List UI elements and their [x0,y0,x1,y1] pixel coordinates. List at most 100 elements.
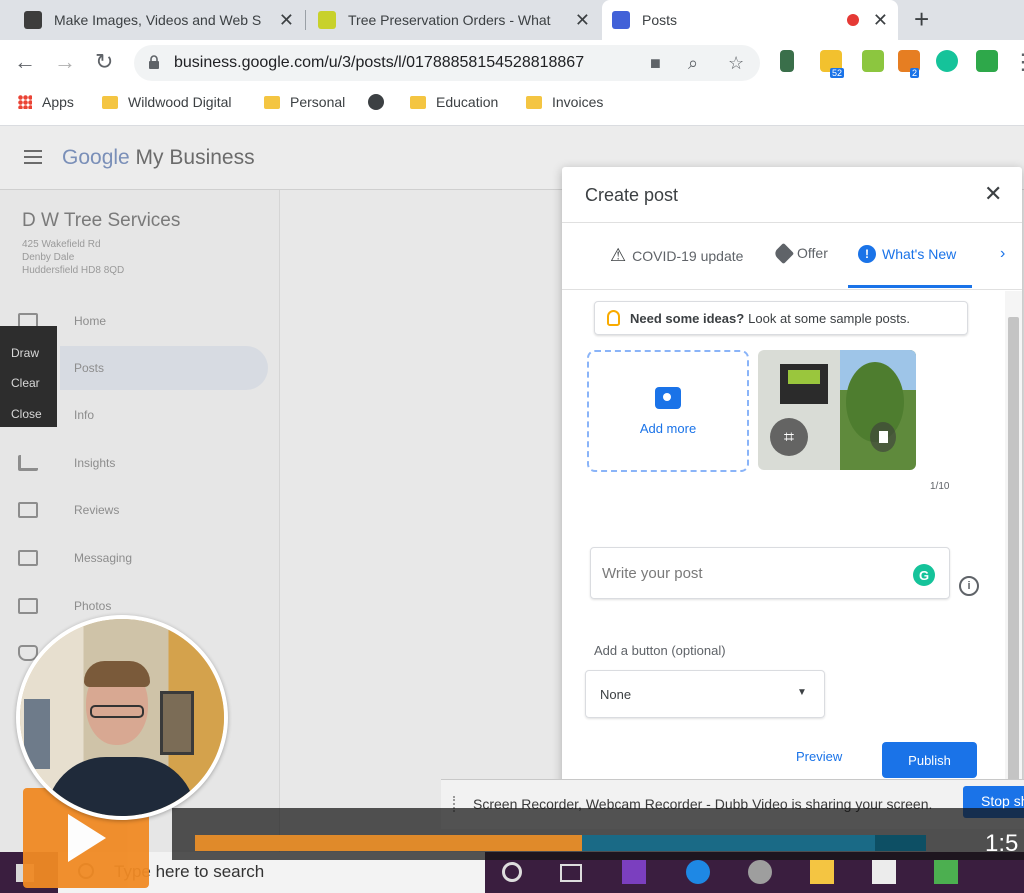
store-icon[interactable] [872,860,896,884]
sidebar-item-reviews[interactable]: Reviews [18,495,119,525]
wall-picture [160,691,194,755]
address-line: Huddersfield HD8 8QD [22,265,125,276]
browser-toolbar: ← → ↻ business.google.com/u/3/posts/l/01… [0,40,1024,86]
sample-posts-banner[interactable]: Need some ideas? Look at some sample pos… [594,301,968,335]
bookmark-invoices[interactable]: Invoices [526,94,603,110]
address-line: 425 Wakefield Rd [22,239,101,250]
messaging-icon [18,550,38,566]
forward-arrow-icon[interactable]: → [54,49,76,75]
ideas-text: Look at some sample posts. [748,310,911,326]
menu-kebab-icon[interactable]: ⋮ [1012,49,1024,75]
logo-my-business-text: My Business [129,146,255,169]
back-arrow-icon[interactable]: ← [14,49,36,75]
tab-offer[interactable]: Offer [772,242,828,264]
task-view-icon[interactable] [560,864,582,882]
grammarly-extension-icon[interactable] [936,50,958,72]
scrollbar-thumb[interactable] [1008,317,1019,797]
tab-covid-update[interactable]: ⚠ COVID-19 update [610,245,743,266]
webcam-overlay[interactable] [16,615,228,820]
camera-blocked-icon[interactable]: ■ [650,53,661,74]
chevron-right-icon[interactable]: › [1000,245,1005,263]
tab-label: COVID-19 update [632,247,744,264]
sidebar-item-label: Info [74,408,95,422]
write-post-field[interactable]: G [590,547,950,599]
dialog-title: Create post [585,185,679,205]
clear-button[interactable]: Clear [11,376,40,390]
sidebar-item-label: Messaging [74,551,133,565]
cortana-icon[interactable] [502,862,522,882]
annotation-draw-panel: Draw Clear Close [0,326,57,427]
extension-dropper-icon[interactable] [862,50,884,72]
browser-tab-posts[interactable]: Posts ✕ [602,0,898,40]
zoom-search-icon[interactable]: ⌕ [688,53,698,74]
address-bar[interactable]: business.google.com/u/3/posts/l/01788858… [134,45,760,81]
add-more-photos-button[interactable]: Add more [587,350,749,472]
dw-tree-favicon-icon [318,11,336,29]
bookmark-star-icon[interactable]: ☆ [728,53,744,74]
lock-icon [149,55,159,69]
close-tab-icon[interactable]: ✕ [575,10,590,31]
crop-icon[interactable]: ⌗ [770,418,808,456]
close-tab-icon[interactable]: ✕ [873,10,888,31]
sidebar-item-label: Home [74,314,107,328]
tab-separator [305,10,306,30]
bookmark-apps[interactable]: Apps [18,94,74,110]
browser-tab-tree-preservation[interactable]: Tree Preservation Orders - What ✕ [308,0,600,40]
create-post-dialog: Create post ✕ ⚠ COVID-19 update Offer ! … [562,167,1022,807]
presenter-glasses [90,705,144,718]
uploaded-photo-thumbnail[interactable]: ⌗ [758,350,916,470]
extension-green-icon[interactable] [976,50,998,72]
bookmark-wildwood-digital[interactable]: Wildwood Digital [102,94,231,110]
grammarly-icon[interactable]: G [913,564,935,586]
close-draw-button[interactable]: Close [11,407,42,421]
recording-indicator-icon [846,14,859,26]
close-dialog-icon[interactable]: ✕ [984,181,1002,207]
bookmark-label: Apps [42,94,74,110]
dropdown-caret-icon: ▼ [797,687,807,698]
video-progress-bar[interactable] [195,835,926,851]
bookmark-personal[interactable]: Personal [264,94,345,110]
preview-button[interactable]: Preview [796,749,842,764]
sidebar-item-photos[interactable]: Photos [18,591,111,621]
sidebar-item-insights[interactable]: Insights [18,448,115,478]
dubb-favicon-icon [24,11,42,29]
bookmark-label: Personal [290,94,346,110]
chat-app-icon[interactable] [934,860,958,884]
info-icon[interactable]: i [959,576,979,596]
new-tab-button[interactable]: + [914,4,929,35]
select-value: None [600,687,632,702]
ideas-heading: Need some ideas? [630,310,745,326]
video-progress-fill [195,835,583,851]
button-type-select[interactable]: None ▼ [585,670,825,718]
browser-tab-make-images[interactable]: Make Images, Videos and Web S ✕ [14,0,304,40]
photo-sign [780,364,828,404]
post-text-input[interactable] [591,548,891,598]
tag-icon [772,242,795,264]
sidebar-item-messaging[interactable]: Messaging [18,543,132,573]
close-tab-icon[interactable]: ✕ [279,10,294,31]
folder-icon [102,95,118,109]
globe-icon [368,94,384,110]
tab-whats-new[interactable]: ! What's New [858,245,956,263]
hamburger-menu-icon[interactable] [24,150,42,164]
bookmark-education[interactable]: Education [410,94,498,110]
draw-button[interactable]: Draw [11,346,39,360]
delete-photo-icon[interactable] [870,422,896,452]
reload-icon[interactable]: ↻ [95,49,113,75]
gmb-logo: Google My Business [62,146,255,170]
file-explorer-icon[interactable] [810,860,834,884]
publish-button[interactable]: Publish [882,742,977,778]
onenote-icon[interactable] [622,860,646,884]
folder-icon [526,95,542,109]
warning-icon: ⚠ [610,245,627,265]
bookmark-globe[interactable] [368,94,384,110]
app-icon[interactable] [748,860,772,884]
extension-badge: 2 [910,68,920,78]
sidebar-item-label: Reviews [74,503,120,517]
insights-icon [18,455,38,471]
bookmark-label: Wildwood Digital [128,94,232,110]
edge-icon[interactable] [686,860,710,884]
tab-title: Make Images, Videos and Web S [54,12,262,28]
extension-pen-icon[interactable] [780,50,794,72]
add-button-label: Add a button (optional) [594,643,726,658]
